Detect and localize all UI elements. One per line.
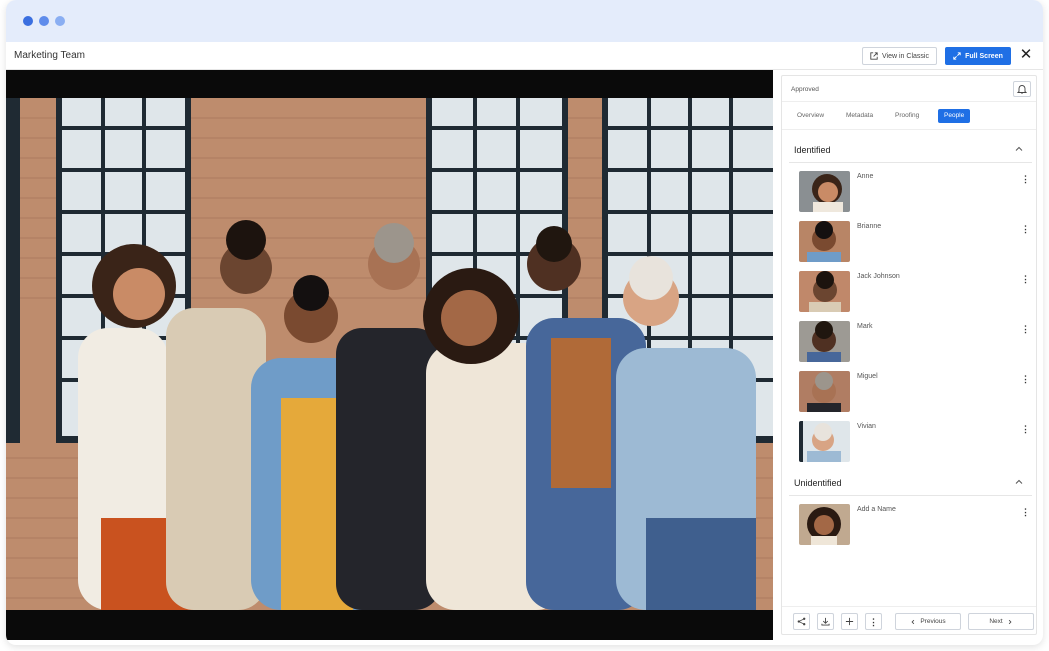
window-dot-close[interactable] [23,16,33,26]
kebab-icon: ⋮ [869,616,878,627]
close-icon[interactable]: ✕ [1019,47,1033,62]
person-row-miguel[interactable]: Miguel ⋮ [799,371,1030,413]
person-row-brianne[interactable]: Brianne ⋮ [799,221,1030,263]
person-row-anne[interactable]: Anne ⋮ [799,171,1030,213]
share-icon [797,617,806,626]
kebab-icon[interactable]: ⋮ [1021,324,1030,334]
external-link-icon [870,52,878,60]
face-thumbnail [799,504,850,545]
add-button[interactable] [841,613,858,630]
face-thumbnail [799,371,850,412]
person-name: Brianne [857,223,882,230]
panel-tabs: Overview Metadata Proofing People [782,102,1036,130]
add-name-field[interactable]: Add a Name [857,506,896,513]
panel-footer: ⋮ Previous Next [782,606,1036,636]
person-name: Jack Johnson [857,273,900,280]
chevron-left-icon [911,619,915,624]
app-window: Marketing Team View in Classic Full Scre… [6,0,1043,645]
chevron-up-icon[interactable] [1014,144,1024,154]
person-row-mark[interactable]: Mark ⋮ [799,321,1030,363]
person-row-unidentified[interactable]: Add a Name ⋮ [799,504,1030,546]
person-row-jack-johnson[interactable]: Jack Johnson ⋮ [799,271,1030,313]
identified-heading: Identified [794,145,831,155]
view-in-classic-button[interactable]: View in Classic [862,47,937,65]
tab-proofing[interactable]: Proofing [889,109,925,123]
download-button[interactable] [817,613,834,630]
full-screen-label: Full Screen [965,52,1003,60]
details-panel: Approved Overview Metadata Proofing Peop… [781,75,1037,635]
person-name: Anne [857,173,874,180]
expand-icon [953,52,961,60]
tab-people[interactable]: People [938,109,971,123]
unidentified-heading: Unidentified [794,478,842,488]
bell-icon [1017,85,1027,94]
face-thumbnail [799,321,850,362]
image-viewer[interactable] [6,70,773,640]
tab-metadata[interactable]: Metadata [840,109,879,123]
kebab-icon[interactable]: ⋮ [1021,174,1030,184]
tab-overview[interactable]: Overview [791,109,830,123]
notifications-button[interactable] [1013,81,1031,97]
previous-label: Previous [920,618,946,625]
team-photo [6,98,773,610]
person-name: Vivian [857,423,876,430]
share-button[interactable] [793,613,810,630]
view-in-classic-label: View in Classic [882,52,929,60]
identified-section-header[interactable]: Identified [789,137,1032,163]
download-icon [821,617,830,626]
asset-title: Marketing Team [14,50,85,61]
chevron-up-icon[interactable] [1014,477,1024,487]
face-thumbnail [799,271,850,312]
more-actions-button[interactable]: ⋮ [865,613,882,630]
person-row-vivian[interactable]: Vivian ⋮ [799,421,1030,463]
status-row: Approved [782,76,1036,102]
kebab-icon[interactable]: ⋮ [1021,224,1030,234]
unidentified-section-header[interactable]: Unidentified [789,470,1032,496]
kebab-icon[interactable]: ⋮ [1021,507,1030,517]
face-thumbnail [799,421,850,462]
kebab-icon[interactable]: ⋮ [1021,424,1030,434]
chevron-right-icon [1008,619,1012,624]
kebab-icon[interactable]: ⋮ [1021,274,1030,284]
person-name: Mark [857,323,873,330]
next-label: Next [989,618,1003,625]
person-name: Miguel [857,373,878,380]
face-thumbnail [799,171,850,212]
browser-titlebar [6,0,1043,42]
full-screen-button[interactable]: Full Screen [945,47,1011,65]
status-badge: Approved [791,86,819,93]
plus-icon [845,617,854,626]
window-dot-maximize[interactable] [55,16,65,26]
window-dot-minimize[interactable] [39,16,49,26]
previous-button[interactable]: Previous [895,613,961,630]
next-button[interactable]: Next [968,613,1034,630]
asset-header: Marketing Team View in Classic Full Scre… [6,42,1043,70]
face-thumbnail [799,221,850,262]
kebab-icon[interactable]: ⋮ [1021,374,1030,384]
